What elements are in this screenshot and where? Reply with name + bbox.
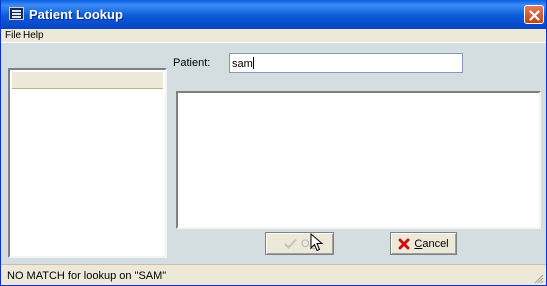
window-title: Patient Lookup <box>29 7 123 22</box>
patient-input-value: sam <box>232 58 253 70</box>
status-message: NO MATCH for lookup on "SAM" <box>7 270 167 282</box>
close-button[interactable] <box>524 5 544 24</box>
cancel-button[interactable]: Cancel <box>390 232 457 255</box>
menu-bar: File Help <box>1 29 546 42</box>
app-icon <box>9 7 24 20</box>
close-icon <box>529 10 540 21</box>
mouse-cursor-icon <box>310 233 324 252</box>
text-caret <box>252 57 254 69</box>
resize-grip-icon[interactable] <box>532 272 544 284</box>
results-box[interactable] <box>176 91 541 229</box>
client-area: Patient: sam Ok Cancel <box>1 43 546 264</box>
patient-label: Patient: <box>173 57 211 69</box>
status-bar: NO MATCH for lookup on "SAM" <box>1 264 546 285</box>
menu-file[interactable]: File <box>5 30 21 41</box>
patient-list-header <box>12 72 163 89</box>
x-icon <box>398 238 410 250</box>
checkmark-icon <box>284 238 297 249</box>
cancel-label: Cancel <box>414 237 449 250</box>
title-bar[interactable]: Patient Lookup <box>1 0 546 29</box>
patient-lookup-window: Patient Lookup File Help Patient: sam Ok <box>0 0 547 286</box>
menu-help[interactable]: Help <box>23 30 44 41</box>
patient-list[interactable] <box>8 68 167 258</box>
patient-search-input[interactable]: sam <box>229 53 463 73</box>
